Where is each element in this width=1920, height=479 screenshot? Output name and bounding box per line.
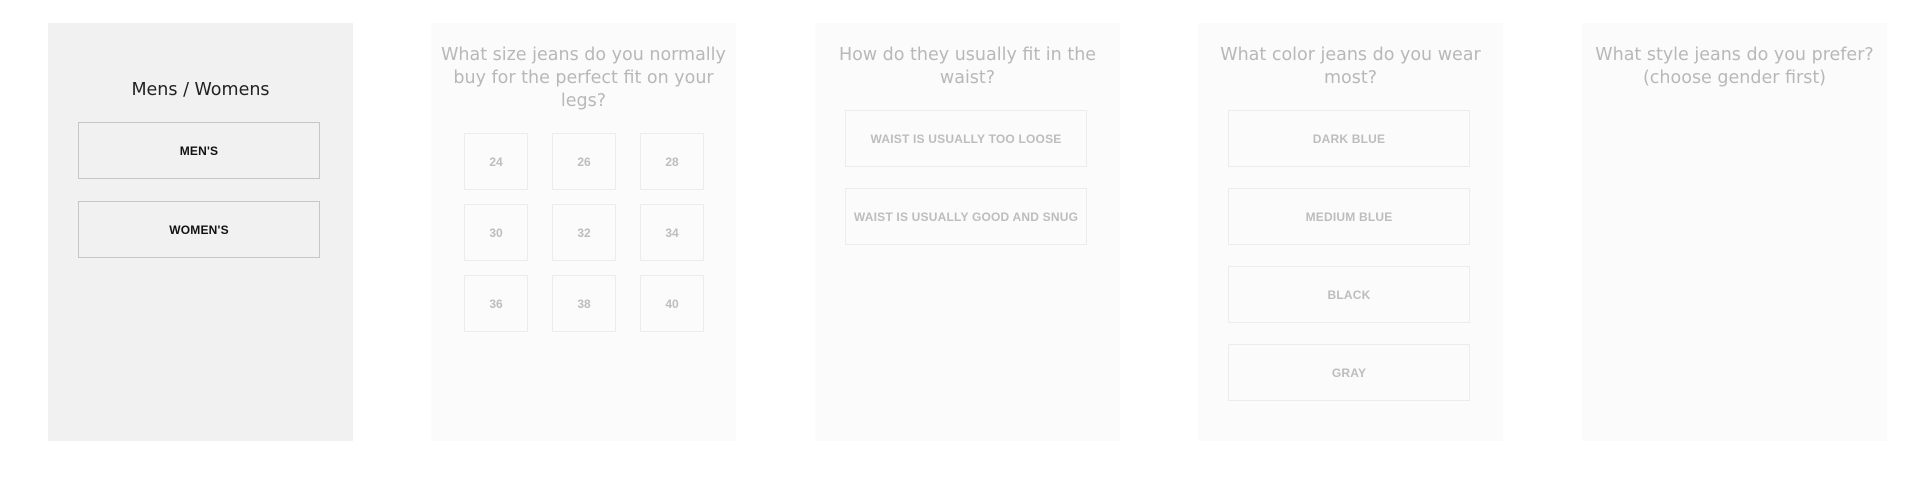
waist-step-title: How do they usually fit in the waist?	[838, 45, 1097, 88]
gender-step-panel: Mens / Womens MEN'S WOMEN'S	[48, 23, 353, 441]
size-option-28[interactable]: 28	[640, 133, 704, 190]
size-option-38[interactable]: 38	[552, 275, 616, 332]
size-step-panel: What size jeans do you normally buy for …	[431, 23, 736, 441]
waist-too-loose-button[interactable]: WAIST IS USUALLY TOO LOOSE	[845, 110, 1087, 167]
style-step-title: What style jeans do you prefer? (choose …	[1595, 45, 1874, 88]
mens-button[interactable]: MEN'S	[78, 122, 320, 179]
size-step-title: What size jeans do you normally buy for …	[441, 45, 726, 111]
size-grid: 24 26 28 30 32 34 36 38 40	[464, 133, 704, 332]
color-medium-blue-button[interactable]: MEDIUM BLUE	[1228, 188, 1470, 245]
style-step-panel: What style jeans do you prefer? (choose …	[1582, 23, 1887, 441]
size-option-30[interactable]: 30	[464, 204, 528, 261]
size-option-26[interactable]: 26	[552, 133, 616, 190]
waist-step-panel: How do they usually fit in the waist? WA…	[815, 23, 1120, 441]
color-step-title: What color jeans do you wear most?	[1220, 45, 1481, 88]
color-black-button[interactable]: BLACK	[1228, 266, 1470, 323]
waist-good-snug-button[interactable]: WAIST IS USUALLY GOOD AND SNUG	[845, 188, 1087, 245]
color-gray-button[interactable]: GRAY	[1228, 344, 1470, 401]
size-option-36[interactable]: 36	[464, 275, 528, 332]
womens-button[interactable]: WOMEN'S	[78, 201, 320, 258]
size-option-34[interactable]: 34	[640, 204, 704, 261]
color-step-panel: What color jeans do you wear most? DARK …	[1198, 23, 1503, 441]
color-dark-blue-button[interactable]: DARK BLUE	[1228, 110, 1470, 167]
size-option-40[interactable]: 40	[640, 275, 704, 332]
gender-step-title: Mens / Womens	[131, 80, 270, 100]
size-option-24[interactable]: 24	[464, 133, 528, 190]
size-option-32[interactable]: 32	[552, 204, 616, 261]
